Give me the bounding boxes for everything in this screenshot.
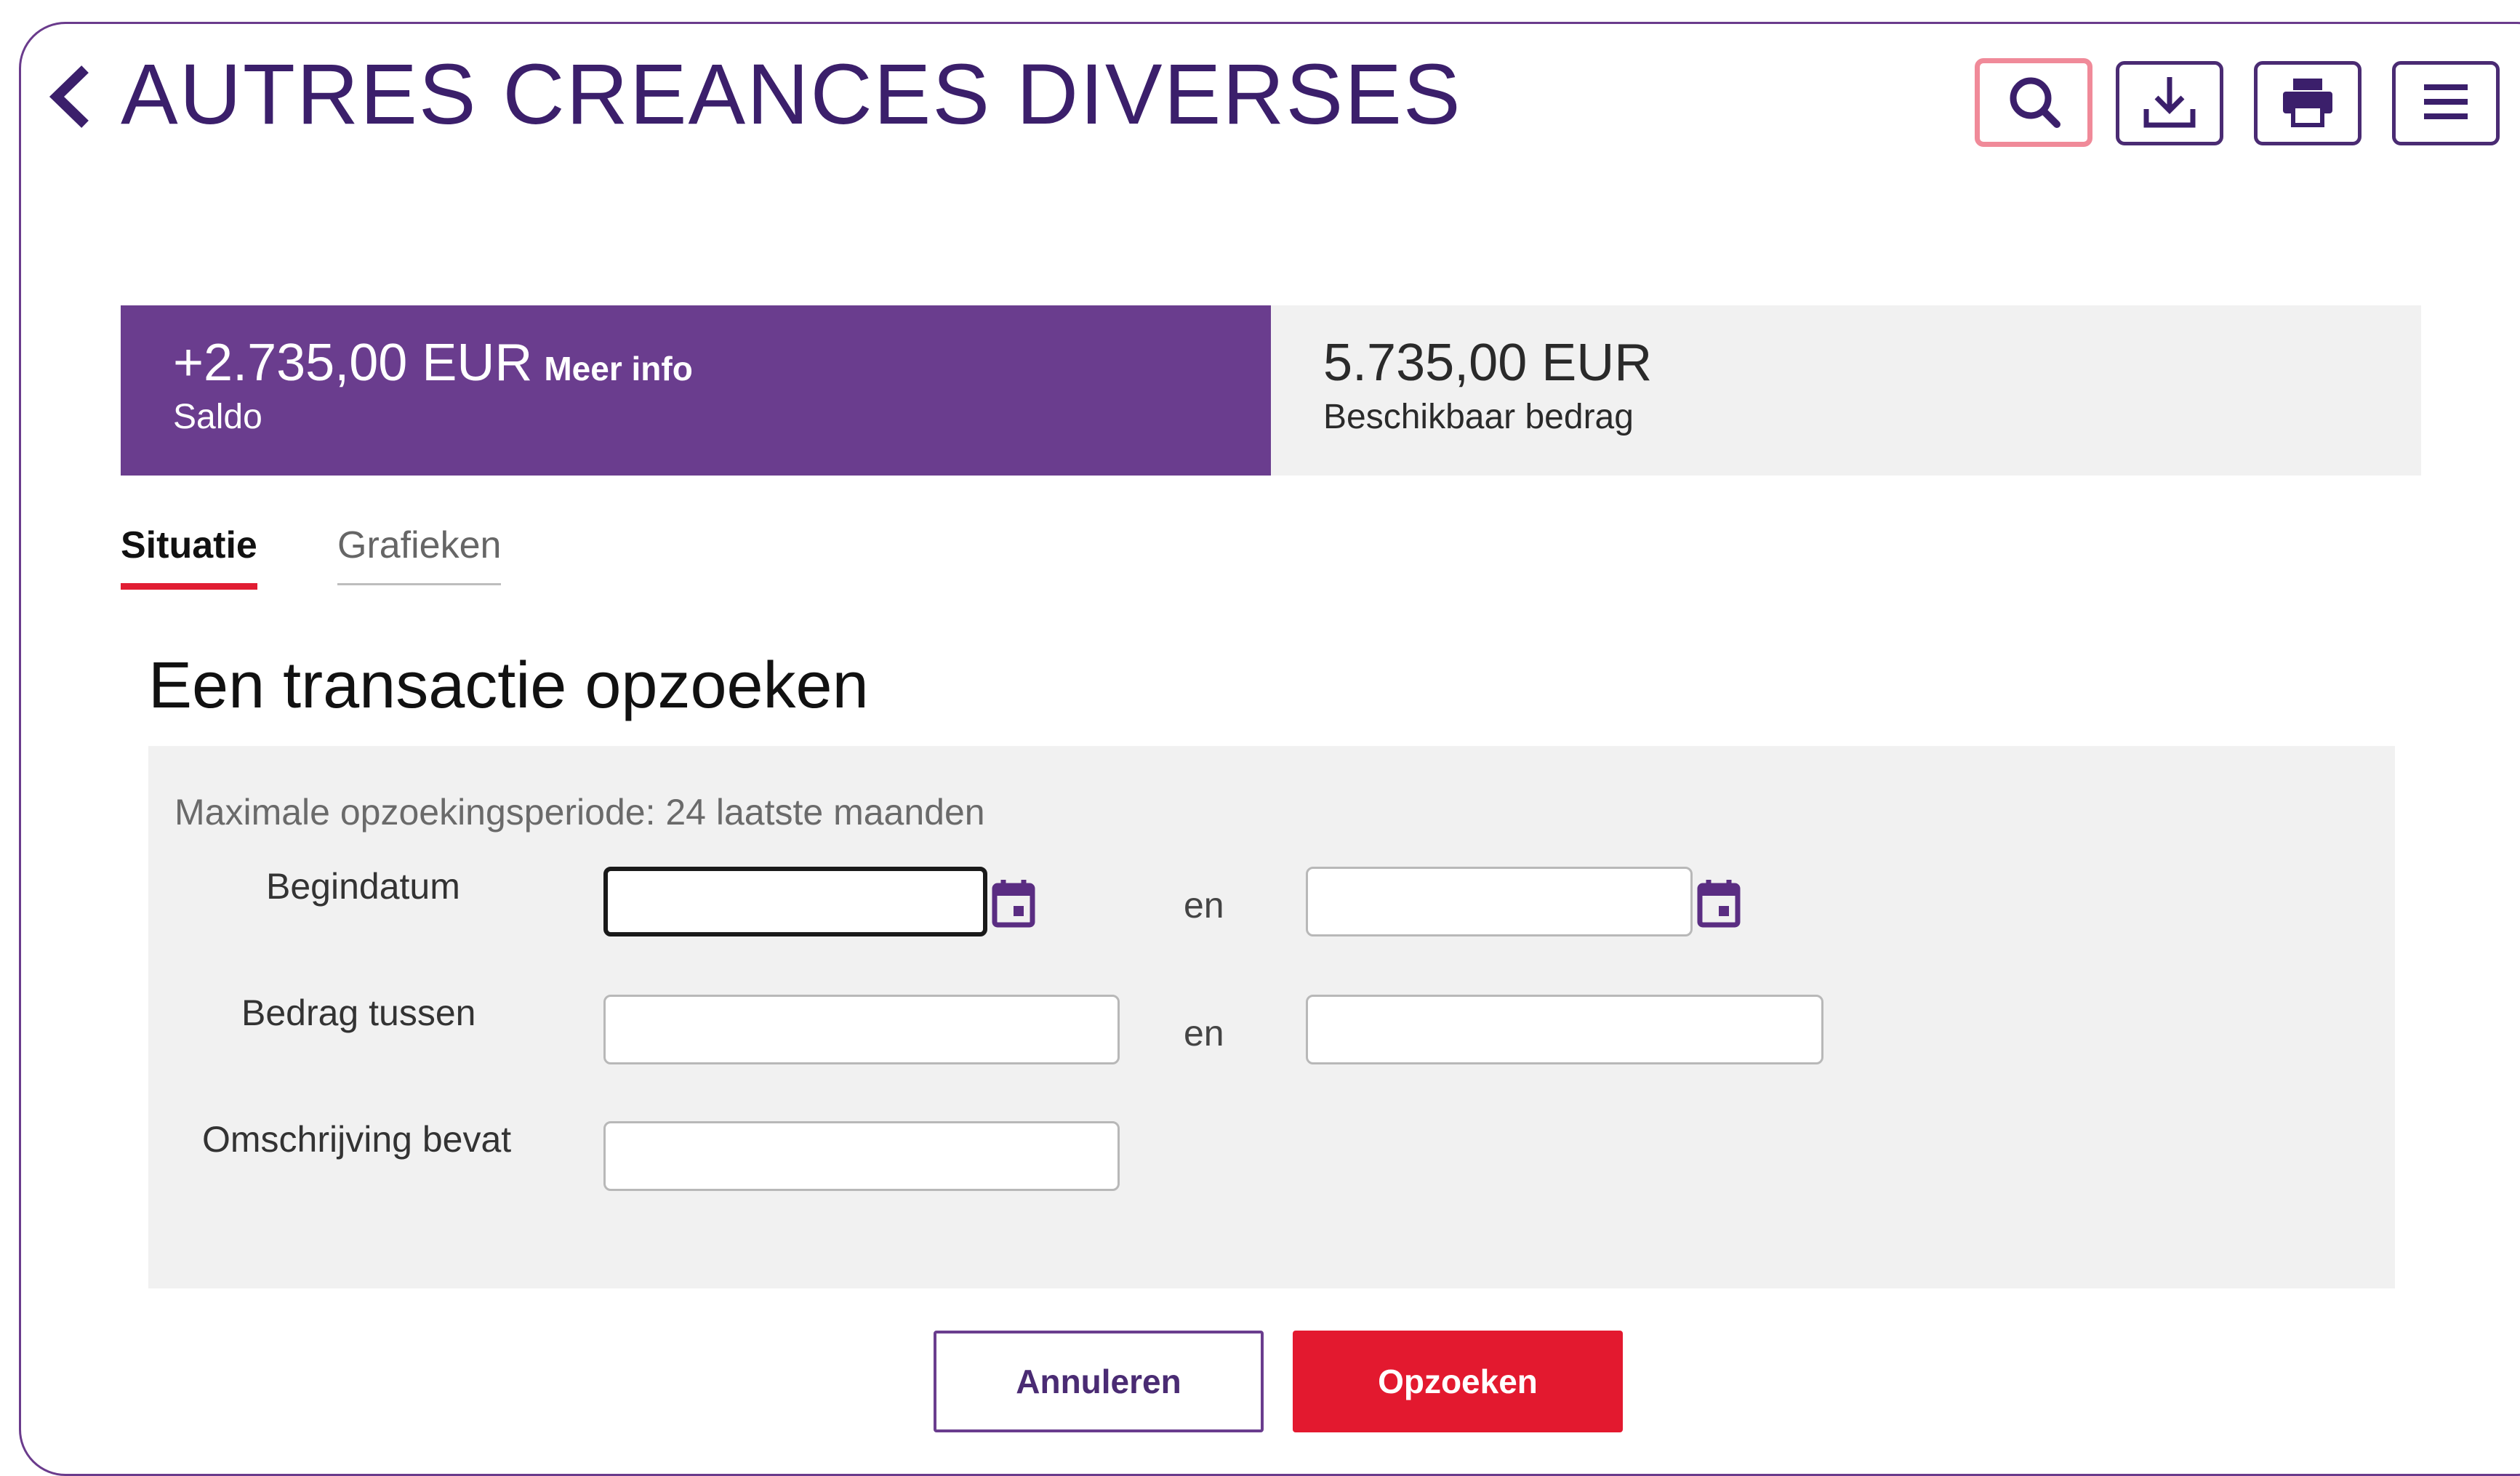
- download-button[interactable]: [2116, 61, 2223, 145]
- tab-situatie[interactable]: Situatie: [121, 524, 257, 590]
- available-label: Beschikbaar bedrag: [1323, 398, 1634, 436]
- en-label: en: [1184, 885, 1224, 926]
- amount-to-input[interactable]: [1306, 995, 1823, 1064]
- en-label: en: [1184, 1013, 1224, 1054]
- bedrag-label: Bedrag tussen: [241, 992, 476, 1033]
- section-title: Een transactie opzoeken: [148, 649, 869, 722]
- amount-from-input[interactable]: [603, 995, 1120, 1064]
- printer-icon: [2277, 71, 2338, 136]
- back-chevron-icon[interactable]: [44, 64, 95, 129]
- date-from-input[interactable]: [603, 867, 987, 936]
- saldo-amount: +2.735,00 EUR: [173, 334, 533, 392]
- saldo-label: Saldo: [173, 398, 262, 436]
- print-button[interactable]: [2254, 61, 2362, 145]
- download-icon: [2139, 71, 2200, 136]
- menu-icon: [2415, 71, 2476, 136]
- description-input[interactable]: [603, 1121, 1120, 1191]
- available-amount: 5.735,00 EUR: [1323, 334, 1653, 392]
- date-to-input[interactable]: [1306, 867, 1693, 936]
- calendar-icon[interactable]: [990, 877, 1037, 929]
- search-icon: [2003, 71, 2064, 135]
- menu-button[interactable]: [2392, 61, 2500, 145]
- meer-info-link[interactable]: Meer info: [544, 350, 692, 388]
- available-panel: 5.735,00 EUR Beschikbaar bedrag: [1271, 305, 2421, 476]
- search-button[interactable]: [1975, 58, 2092, 147]
- search-panel: Maximale opzoekingsperiode: 24 laatste m…: [148, 746, 2395, 1288]
- begindatum-label: Begindatum: [266, 866, 460, 907]
- calendar-icon[interactable]: [1696, 877, 1742, 929]
- tab-grafieken[interactable]: Grafieken: [337, 524, 502, 585]
- search-submit-button[interactable]: Opzoeken: [1293, 1331, 1623, 1432]
- omschrijving-label: Omschrijving bevat: [202, 1119, 512, 1160]
- period-note: Maximale opzoekingsperiode: 24 laatste m…: [174, 792, 985, 833]
- page-title: AUTRES CREANCES DIVERSES: [121, 47, 1462, 143]
- cancel-button[interactable]: Annuleren: [934, 1331, 1264, 1432]
- saldo-panel: +2.735,00 EUR Meer info Saldo: [121, 305, 1271, 476]
